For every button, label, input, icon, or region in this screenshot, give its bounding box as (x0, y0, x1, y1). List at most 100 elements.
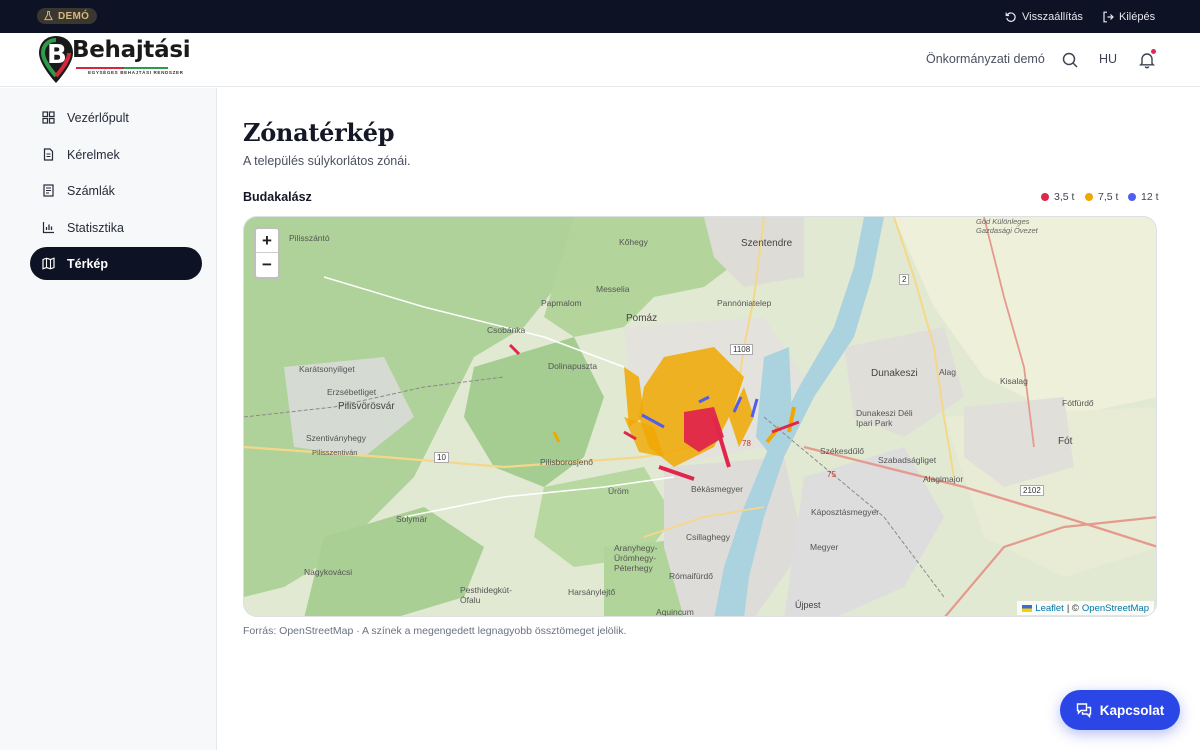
sidebar-item-map[interactable]: Térkép (30, 247, 202, 280)
sidebar-item-label: Térkép (67, 256, 108, 271)
demo-badge-label: DEMÓ (58, 10, 90, 22)
document-icon (43, 148, 54, 161)
place-label: Pilisszántó (289, 233, 330, 243)
place-label: Dunakeszi Déli Ipari Park (856, 408, 913, 428)
flask-icon (44, 11, 53, 21)
logout-label: Kilépés (1119, 10, 1156, 23)
map-footnote: Forrás: OpenStreetMap · A színek a megen… (243, 625, 627, 637)
notification-dot (1151, 49, 1156, 54)
contact-label: Kapcsolat (1099, 702, 1165, 718)
invoice-icon (43, 184, 54, 197)
openstreetmap-link[interactable]: OpenStreetMap (1082, 603, 1149, 614)
zoom-out-button[interactable]: − (256, 253, 278, 277)
logout-button[interactable]: Kilépés (1102, 9, 1155, 24)
place-label: Pomáz (626, 313, 658, 324)
dashboard-icon (42, 111, 55, 124)
sidebar-item-requests[interactable]: Kérelmek (30, 138, 202, 171)
sidebar: Vezérlőpult Kérelmek Számlák Statisztika… (0, 88, 217, 750)
road-number: 1108 (730, 344, 754, 355)
legend-item-12t: 12 t (1128, 191, 1159, 203)
search-icon[interactable] (1061, 51, 1079, 69)
sidebar-item-label: Számlák (67, 183, 115, 198)
place-label: Dolinapuszta (548, 361, 598, 371)
restore-icon (1005, 11, 1016, 22)
road-number: 10 (434, 452, 449, 463)
road-number: 2102 (1020, 485, 1044, 496)
place-label: Újpest (795, 600, 821, 610)
legend-label: 3,5 t (1054, 191, 1075, 203)
place-label: Papmalom (541, 298, 582, 308)
legend-label: 12 t (1141, 191, 1159, 203)
sidebar-item-statistics[interactable]: Statisztika (30, 211, 202, 244)
sidebar-item-invoices[interactable]: Számlák (30, 174, 202, 207)
place-label: Erzsébetliget (327, 387, 377, 397)
place-label: Csillaghegy (686, 532, 730, 542)
sidebar-item-label: Vezérlőpult (67, 110, 129, 125)
page-title: Zónatérkép (243, 118, 395, 147)
place-label: Harsánylejtő (568, 587, 616, 597)
logo[interactable]: B Behajtási EGYSÉGES BEHAJTÁSI RENDSZER (36, 34, 191, 86)
sidebar-item-dashboard[interactable]: Vezérlőpult (30, 101, 202, 134)
leaflet-link[interactable]: Leaflet (1035, 603, 1064, 614)
road-number: 75 (827, 470, 836, 479)
place-label: Dunakeszi (871, 368, 918, 379)
place-label: Rómaifürdő (669, 571, 713, 581)
place-label: Aquincum (656, 607, 694, 617)
language-switch[interactable]: HU (1099, 52, 1117, 66)
sidebar-item-label: Kérelmek (67, 147, 120, 162)
road-number: 2 (899, 274, 910, 285)
logo-title: Behajtási (72, 37, 191, 63)
legend-item-7-5t: 7,5 t (1085, 191, 1118, 203)
zone-map[interactable]: Pilisszántó Kőhegy Szentendre Papmalom M… (243, 216, 1157, 617)
ukraine-flag-icon (1022, 604, 1033, 612)
place-label: Pannóniatelep (717, 298, 772, 308)
chat-icon (1076, 703, 1091, 718)
legend-label: 7,5 t (1098, 191, 1119, 203)
city-name: Budakalász (243, 190, 312, 204)
place-label: Pilisszentiván (312, 448, 358, 457)
logo-red-line (76, 67, 124, 69)
place-label: Pilisborosjenő (540, 457, 593, 467)
attribution-separator: | © (1066, 602, 1079, 614)
app-header: B Behajtási EGYSÉGES BEHAJTÁSI RENDSZER … (0, 33, 1200, 87)
restore-label: Visszaállítás (1022, 10, 1083, 23)
place-label: Kőhegy (619, 237, 648, 247)
chart-icon (42, 222, 54, 234)
place-label: Messelia (596, 284, 630, 294)
place-label: Karátsonyiliget (299, 364, 355, 374)
contact-button[interactable]: Kapcsolat (1060, 690, 1180, 730)
map-tiles[interactable] (244, 217, 1157, 617)
legend-dot (1041, 193, 1049, 201)
logo-subtitle: EGYSÉGES BEHAJTÁSI RENDSZER (88, 70, 184, 75)
place-label: Alag (939, 367, 957, 377)
map-icon (42, 257, 55, 270)
road-number: 78 (742, 439, 751, 448)
place-label: Alagimajor (923, 474, 964, 484)
tenant-name[interactable]: Önkormányzati demó (926, 52, 1045, 66)
place-label: Székesdűlő (820, 446, 864, 456)
place-label: Nagykovácsi (304, 567, 353, 577)
place-label: Fót (1058, 436, 1073, 447)
place-label: Pilisvörösvár (338, 401, 395, 412)
restore-button[interactable]: Visszaállítás (1005, 9, 1083, 24)
top-bar: DEMÓ Visszaállítás Kilépés (0, 0, 1200, 33)
place-label: Aranyhegy-Ürömhegy-Péterhegy (614, 543, 658, 573)
place-label: Megyer (810, 542, 839, 552)
place-label: Fótfürdő (1062, 398, 1094, 408)
legend-dot (1128, 193, 1136, 201)
place-label: Göd Különleges Gazdasági Övezet (976, 217, 1038, 235)
place-label: Csobánka (487, 325, 526, 335)
zoom-in-button[interactable]: + (256, 229, 278, 253)
place-label: Solymár (396, 514, 428, 524)
place-label: Szentiványhegy (306, 433, 367, 443)
logo-green-line (124, 67, 168, 69)
place-label: Üröm (608, 486, 629, 496)
place-label: Kisalag (1000, 376, 1028, 386)
place-label: Szabadságliget (878, 455, 937, 465)
place-label: Szentendre (741, 238, 793, 249)
legend-item-3-5t: 3,5 t (1041, 191, 1074, 203)
logout-icon (1103, 11, 1114, 22)
legend-dot (1085, 193, 1093, 201)
place-label: Pesthidegkút-Ófalu (460, 585, 512, 605)
page-subtitle: A település súlykorlátos zónái. (243, 154, 411, 168)
